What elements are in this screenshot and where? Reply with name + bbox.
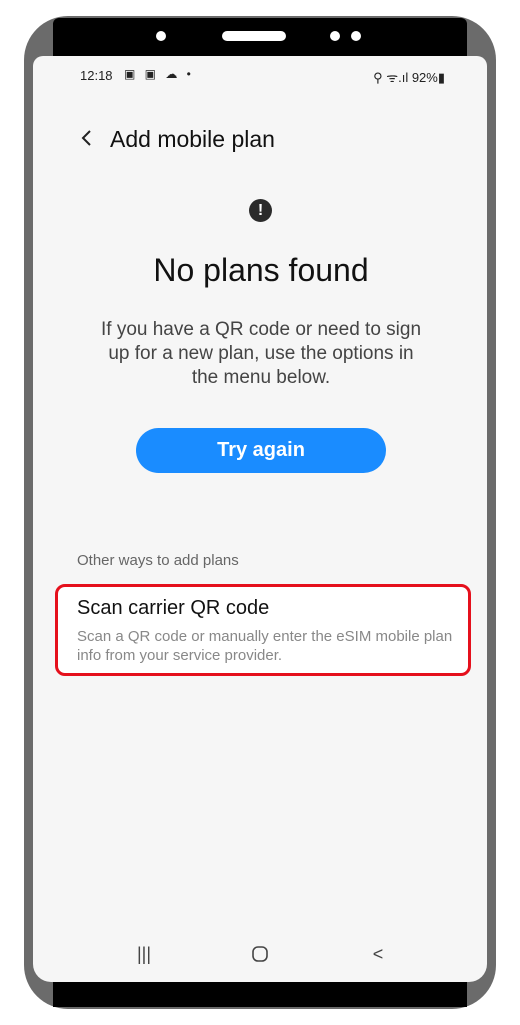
try-again-button[interactable]: Try again: [136, 428, 386, 473]
alert-icon: !: [249, 199, 272, 222]
no-plans-heading: No plans found: [153, 252, 369, 288]
app-header: Add mobile plan: [33, 116, 487, 162]
scan-qr-title: Scan carrier QR code: [77, 597, 270, 619]
sensor-dot: [156, 31, 166, 41]
description-text: If you have a QR code or need to sign up…: [100, 319, 422, 388]
bottom-bezel: [53, 982, 467, 1007]
page-title: Add mobile plan: [110, 126, 275, 152]
camera-dot: [351, 31, 361, 41]
home-icon: [252, 946, 268, 962]
section-label: Other ways to add plans: [77, 552, 239, 569]
back-arrow-icon[interactable]: [75, 126, 99, 150]
back-nav-button[interactable]: <: [363, 942, 393, 966]
scan-qr-subtitle: Scan a QR code or manually enter the eSI…: [77, 628, 453, 664]
sensor-dot: [330, 31, 340, 41]
home-button[interactable]: [245, 942, 275, 966]
status-time: 12:18: [80, 68, 113, 83]
navigation-bar: ||| <: [33, 940, 487, 970]
recents-button[interactable]: |||: [129, 942, 159, 966]
top-bezel: [53, 18, 467, 56]
status-right-icons: ⚲ ᯤ.ıl 92%▮: [373, 70, 445, 85]
scan-qr-option[interactable]: Scan carrier QR code Scan a QR code or m…: [55, 584, 471, 676]
speaker-grille: [222, 31, 286, 41]
phone-screen: 12:18 ▣ ▣ ☁ • ⚲ ᯤ.ıl 92%▮ Add mobile pla…: [33, 56, 487, 982]
notification-icons: ▣ ▣ ☁ •: [124, 67, 194, 81]
status-bar: 12:18 ▣ ▣ ☁ • ⚲ ᯤ.ıl 92%▮: [33, 56, 487, 94]
